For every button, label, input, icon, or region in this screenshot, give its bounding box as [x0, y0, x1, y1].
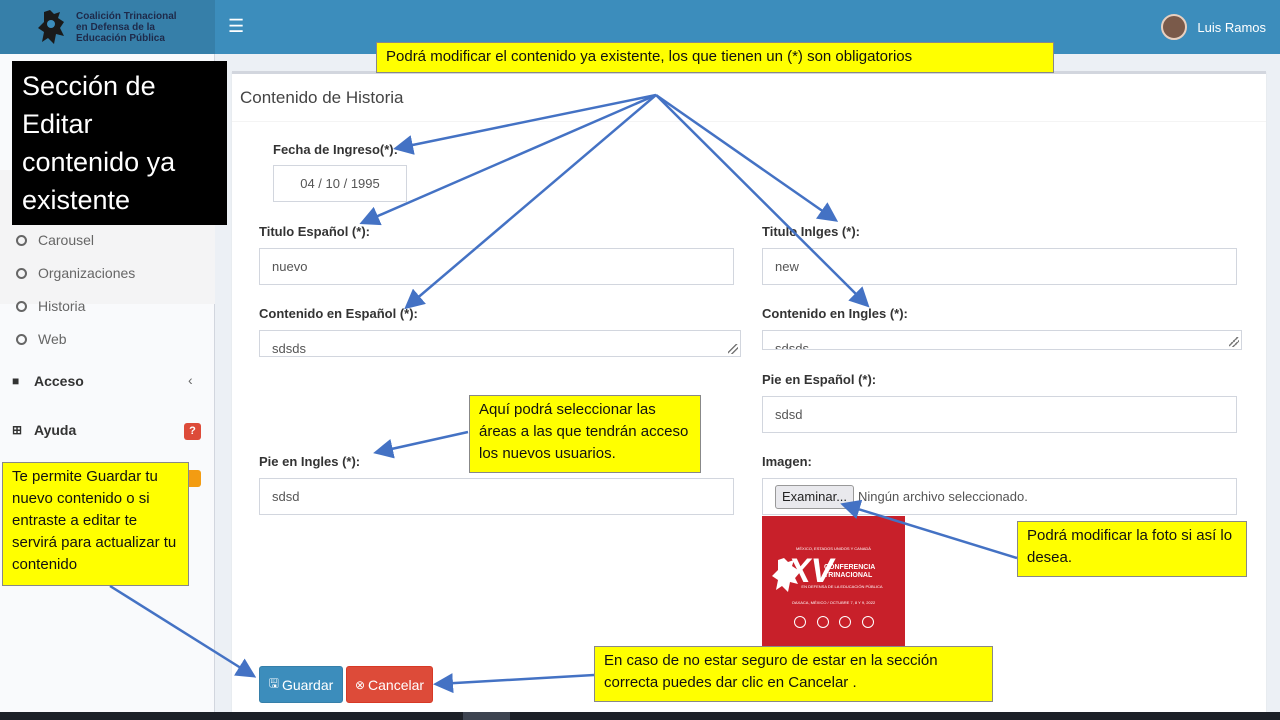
times-circle-icon: ⊗ [354, 677, 366, 692]
hamburger-icon[interactable]: ☰ [228, 16, 244, 37]
user-menu[interactable]: Luis Ramos [1161, 12, 1266, 42]
contenido-en-textarea[interactable]: sdsds [762, 330, 1242, 350]
org-name-line: Coalición Trinacional [76, 11, 177, 22]
contenido-es-textarea[interactable]: sdsds [259, 330, 741, 357]
top-note-callout: Podrá modificar el contenido ya existent… [376, 42, 1054, 73]
poster-subtitle: EN DEFENSA DE LA EDUCACIÓN PÚBLICA [801, 584, 883, 589]
textarea-value: sdsds [775, 341, 809, 350]
contenido-en-label: Contenido en Ingles (*): [762, 306, 908, 321]
floppy-disk-icon: 🖫 [268, 676, 279, 690]
sidebar-item-carousel[interactable]: Carousel [16, 232, 94, 248]
image-preview: MÉXICO, ESTADOS UNIDOS Y CANADÁ XV CONFE… [762, 516, 905, 648]
save-button-label: Guardar [281, 676, 334, 693]
org-logo-icon [38, 10, 64, 44]
sidebar-item-label: Historia [38, 298, 86, 314]
sidebar-item-label: Organizaciones [38, 265, 136, 281]
sidebar-item-label: Acceso [34, 373, 84, 389]
sponsor-logo-icon [794, 616, 806, 628]
circle-icon [16, 300, 27, 312]
titulo-en-input[interactable]: new [762, 248, 1237, 285]
image-file-input[interactable]: Examinar... Ningún archivo seleccionado. [762, 478, 1237, 515]
circle-icon [16, 234, 27, 246]
avatar [1161, 14, 1188, 40]
sidebar-item-acceso[interactable]: ■ Acceso [12, 373, 84, 389]
help-badge: ? [184, 423, 201, 440]
pie-es-input[interactable]: sdsd [762, 396, 1237, 433]
guardar-note-callout: Te permite Guardar tu nuevo contenido o … [2, 462, 189, 586]
status-badge [188, 470, 201, 487]
org-name-line: Educación Pública [76, 33, 165, 44]
titulo-en-label: Titulo Inlges (*): [762, 224, 860, 239]
contenido-es-label: Contenido en Español (*): [259, 306, 418, 321]
sponsor-logo-icon [861, 616, 874, 628]
section-title-callout: Sección de Editar contenido ya existente [12, 61, 227, 225]
foto-note-callout: Podrá modificar la foto si así lo desea. [1017, 521, 1247, 577]
folder-icon: ■ [12, 374, 20, 388]
fecha-input[interactable]: 04 / 10 / 1995 [273, 165, 407, 202]
org-name: Coalición Trinacional en Defensa de la E… [76, 11, 177, 44]
sidebar-item-label: Web [38, 331, 67, 347]
poster-title-line: CONFERENCIA [824, 564, 876, 571]
fecha-label: Fecha de Ingreso(*): [273, 142, 398, 157]
cancel-button[interactable]: ⊗ Cancelar [346, 666, 433, 703]
circle-icon [16, 333, 27, 345]
imagen-label: Imagen: [762, 454, 812, 469]
titulo-es-label: Titulo Español (*): [259, 224, 370, 239]
cancel-note-callout: En caso de no estar seguro de estar en l… [594, 646, 993, 702]
sidebar-item-organizaciones[interactable]: Organizaciones [16, 265, 135, 281]
cancel-button-label: Cancelar [368, 676, 425, 693]
poster-top-text: MÉXICO, ESTADOS UNIDOS Y CANADÁ [796, 546, 871, 551]
taskbar [0, 712, 1280, 720]
sidebar-item-historia[interactable]: Historia [16, 298, 85, 314]
taskbar-item [463, 712, 510, 720]
file-status: Ningún archivo seleccionado. [858, 489, 1028, 504]
resize-handle[interactable] [728, 344, 738, 354]
sidebar-item-ayuda[interactable]: ⊞ Ayuda [12, 422, 76, 438]
pie-es-label: Pie en Español (*): [762, 372, 877, 387]
sponsor-logo-icon [816, 616, 829, 628]
areas-note-callout: Aquí podrá seleccionar las áreas a las q… [469, 395, 701, 473]
sidebar-item-label: Ayuda [34, 422, 77, 438]
sponsor-logos [794, 616, 874, 630]
poster-title-line: TRINACIONAL [824, 572, 873, 579]
divider [232, 121, 1266, 122]
textarea-value: sdsds [272, 341, 306, 356]
chevron-left-icon[interactable]: ‹ [188, 372, 193, 388]
page-title: Contenido de Historia [240, 88, 404, 107]
poster-title: CONFERENCIA TRINACIONAL [824, 564, 875, 580]
resize-handle[interactable] [1229, 337, 1239, 347]
browse-button[interactable]: Examinar... [775, 484, 855, 509]
pie-en-input[interactable]: sdsd [259, 478, 734, 515]
save-button[interactable]: 🖫 Guardar [259, 666, 343, 703]
titulo-es-input[interactable]: nuevo [259, 248, 734, 285]
circle-icon [16, 267, 27, 279]
pie-en-label: Pie en Ingles (*): [259, 454, 361, 469]
user-name: Luis Ramos [1197, 19, 1266, 35]
org-name-line: en Defensa de la [76, 22, 155, 33]
sponsor-logo-icon [839, 616, 852, 628]
plus-square-icon: ⊞ [12, 423, 23, 437]
poster-date: OAXACA, MÉXICO / OCTUBRE 7, 8 Y 9, 2022 [791, 600, 876, 605]
sidebar-item-label: Carousel [38, 232, 95, 248]
sidebar-item-web[interactable]: Web [16, 331, 67, 347]
brand-area[interactable]: Coalición Trinacional en Defensa de la E… [0, 0, 215, 54]
